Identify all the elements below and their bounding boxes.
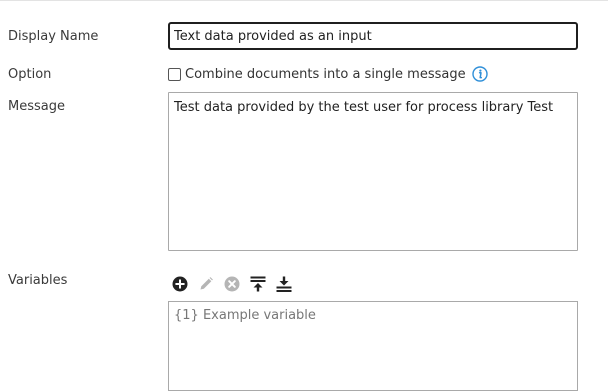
display-name-input[interactable] (168, 22, 578, 50)
pencil-icon[interactable] (197, 275, 215, 293)
combine-documents-label[interactable]: Combine documents into a single message (185, 67, 466, 82)
arrow-to-top-icon[interactable] (249, 275, 267, 293)
variables-label: Variables (8, 273, 68, 288)
plus-circle-icon[interactable] (171, 275, 189, 293)
variable-item[interactable]: {1} Example variable (174, 308, 572, 323)
variables-toolbar (171, 275, 301, 293)
message-textarea[interactable]: Test data provided by the test user for … (168, 92, 578, 251)
info-icon[interactable] (471, 66, 488, 82)
arrow-to-bottom-icon[interactable] (275, 275, 293, 293)
message-label: Message (8, 99, 65, 114)
variables-list[interactable]: {1} Example variable (168, 301, 578, 391)
option-label: Option (8, 67, 52, 82)
display-name-label: Display Name (8, 29, 99, 44)
x-circle-icon[interactable] (223, 275, 241, 293)
combine-documents-option: Combine documents into a single message (168, 65, 488, 83)
top-divider (0, 0, 608, 1)
combine-documents-checkbox[interactable] (168, 67, 181, 81)
